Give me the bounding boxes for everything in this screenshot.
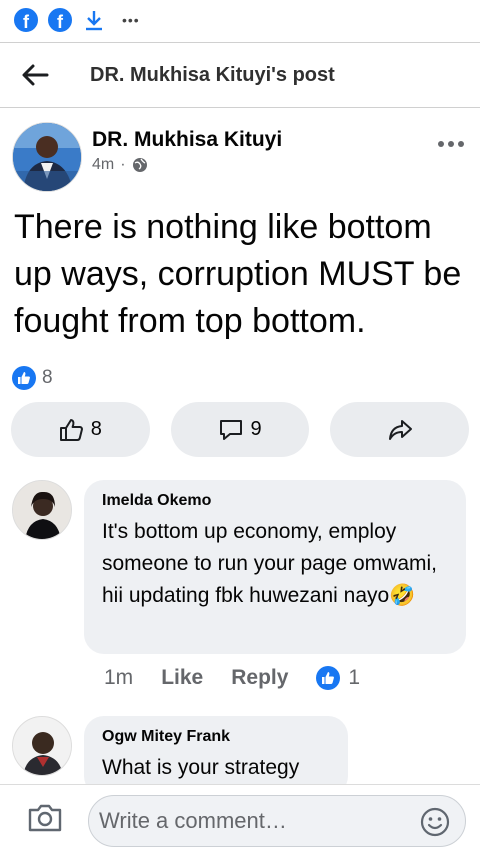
more-dot-icon: [458, 141, 464, 147]
commenter-avatar[interactable]: [12, 716, 72, 776]
comment-count: 9: [250, 418, 262, 440]
comment-input-placeholder: Write a comment…: [99, 808, 287, 833]
comment-like-reaction-icon: [316, 666, 341, 690]
smiley-icon: [420, 807, 450, 837]
facebook-notification-icon: f: [14, 8, 38, 32]
comment-bubble[interactable]: Imelda Okemo It's bottom up economy, emp…: [84, 480, 466, 654]
like-count: 8: [90, 418, 102, 440]
comment-reaction-count: 1: [348, 666, 361, 689]
comment-reply-button[interactable]: Reply: [231, 666, 288, 690]
comment-input[interactable]: Write a comment…: [88, 795, 466, 847]
share-button[interactable]: [330, 402, 470, 457]
status-bar: f f •••: [0, 0, 480, 40]
comment-text: What is your strategy: [102, 756, 300, 779]
camera-button[interactable]: [26, 799, 64, 837]
globe-icon: [132, 158, 147, 172]
comment-text: It's bottom up economy, employ someone t…: [102, 520, 438, 607]
post-body: There is nothing like bottom up ways, co…: [14, 208, 462, 340]
comment-time: 1m: [104, 666, 134, 689]
comment-item: Imelda Okemo It's bottom up economy, emp…: [12, 480, 468, 700]
commenter-name[interactable]: Imelda Okemo: [102, 492, 448, 510]
post-time: 4m: [92, 156, 115, 173]
comment-composer: Write a comment…: [0, 784, 480, 854]
more-dot-icon: [448, 141, 454, 147]
back-button[interactable]: [0, 43, 70, 107]
like-button[interactable]: 8: [11, 402, 150, 457]
author-avatar[interactable]: [12, 122, 82, 192]
emoji-button[interactable]: [419, 806, 451, 838]
comment-bubble-icon: [220, 419, 243, 440]
comment-button[interactable]: 9: [170, 402, 310, 457]
post-header: DR. Mukhisa Kituyi 4m ·: [12, 122, 468, 192]
page-title: DR. Mukhisa Kituyi's post: [90, 63, 335, 86]
commenter-name[interactable]: Ogw Mitey Frank: [102, 728, 330, 746]
comment-actions: 1m Like Reply 1: [104, 666, 388, 690]
comment-like-button[interactable]: Like: [161, 666, 203, 690]
meta-separator: ·: [120, 156, 126, 173]
share-arrow-icon: [388, 419, 412, 440]
back-arrow-icon: [22, 64, 49, 86]
commenter-avatar[interactable]: [12, 480, 72, 540]
facebook-notification-icon: f: [48, 8, 72, 32]
camera-icon: [28, 804, 62, 832]
like-reaction-icon: [12, 366, 36, 390]
author-name[interactable]: DR. Mukhisa Kituyi: [92, 128, 282, 152]
top-app-bar: DR. Mukhisa Kituyi's post: [0, 42, 480, 108]
more-notifications-icon: •••: [122, 12, 140, 28]
download-icon: [82, 8, 106, 32]
post-options-button[interactable]: [434, 132, 468, 156]
reaction-count: 8: [42, 367, 53, 388]
more-dot-icon: [438, 141, 444, 147]
post-action-bar: 8 9: [11, 402, 470, 457]
thumbs-up-icon: [59, 418, 83, 441]
comment-item: Ogw Mitey Frank What is your strategy: [12, 716, 468, 796]
post-meta: 4m ·: [92, 156, 148, 174]
reactions-summary[interactable]: 8: [12, 366, 53, 390]
